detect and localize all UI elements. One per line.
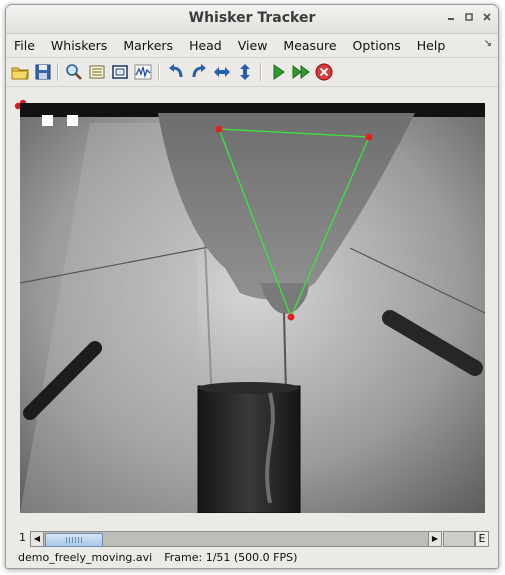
toolbar-separator <box>57 63 59 81</box>
status-filename: demo_freely_moving.avi <box>18 551 153 564</box>
left-eye-marker <box>215 125 223 133</box>
frame-start-label: 1 <box>19 531 26 544</box>
indicator-square <box>42 115 53 126</box>
app-window: Whisker Tracker File Whiskers Markers He… <box>5 4 499 569</box>
menu-whiskers[interactable]: Whiskers <box>43 38 115 53</box>
scroll-right-button[interactable]: ▶ <box>428 532 441 546</box>
stop-icon[interactable] <box>314 62 334 82</box>
toolbar-separator <box>260 63 262 81</box>
title-bar[interactable]: Whisker Tracker <box>6 5 498 34</box>
minimize-button[interactable] <box>446 12 456 25</box>
status-bar: demo_freely_moving.avi Frame: 1/51 (500.… <box>6 549 498 566</box>
frame-scrollbar[interactable]: ◀ ▶ <box>30 531 442 547</box>
menu-view[interactable]: View <box>230 38 276 53</box>
frame-scroll-row: 1 ◀ ▶ E <box>6 530 498 547</box>
video-frame-svg <box>20 103 485 513</box>
waveform-icon[interactable] <box>133 62 153 82</box>
play-icon[interactable] <box>268 62 288 82</box>
scroll-thumb[interactable] <box>45 533 103 547</box>
open-folder-icon[interactable] <box>10 62 30 82</box>
menu-markers[interactable]: Markers <box>115 38 181 53</box>
menu-head[interactable]: Head <box>181 38 230 53</box>
frame-input-box[interactable] <box>443 531 475 547</box>
menu-measure[interactable]: Measure <box>275 38 344 53</box>
menu-options[interactable]: Options <box>345 38 409 53</box>
thumb-grip <box>66 537 82 543</box>
indicator-square <box>67 115 78 126</box>
menu-corner-icon[interactable]: ↘ <box>484 38 492 49</box>
flip-horizontal-icon[interactable] <box>212 62 232 82</box>
toolbar-separator <box>158 63 160 81</box>
menu-bar: File Whiskers Markers Head View Measure … <box>6 34 498 56</box>
toolbar <box>6 57 498 87</box>
close-button[interactable] <box>482 12 492 25</box>
window-controls <box>446 12 492 25</box>
rotate-left-icon[interactable] <box>166 62 186 82</box>
zoom-icon[interactable] <box>64 62 84 82</box>
menu-file[interactable]: File <box>6 38 43 53</box>
end-button[interactable]: E <box>475 531 489 547</box>
indicator-squares <box>42 115 78 126</box>
menu-help[interactable]: Help <box>409 38 454 53</box>
rotate-right-icon[interactable] <box>189 62 209 82</box>
window-title: Whisker Tracker <box>188 10 316 26</box>
frame-icon[interactable] <box>110 62 130 82</box>
canvas-area <box>6 87 498 527</box>
nose-marker <box>287 313 295 321</box>
fast-forward-icon[interactable] <box>291 62 311 82</box>
right-eye-marker <box>365 133 373 141</box>
flip-vertical-icon[interactable] <box>235 62 255 82</box>
maximize-button[interactable] <box>464 12 474 25</box>
scroll-left-button[interactable]: ◀ <box>31 532 44 546</box>
video-frame[interactable] <box>20 103 485 513</box>
panel-icon[interactable] <box>87 62 107 82</box>
status-frame-info: Frame: 1/51 (500.0 FPS) <box>164 551 298 564</box>
save-icon[interactable] <box>33 62 53 82</box>
